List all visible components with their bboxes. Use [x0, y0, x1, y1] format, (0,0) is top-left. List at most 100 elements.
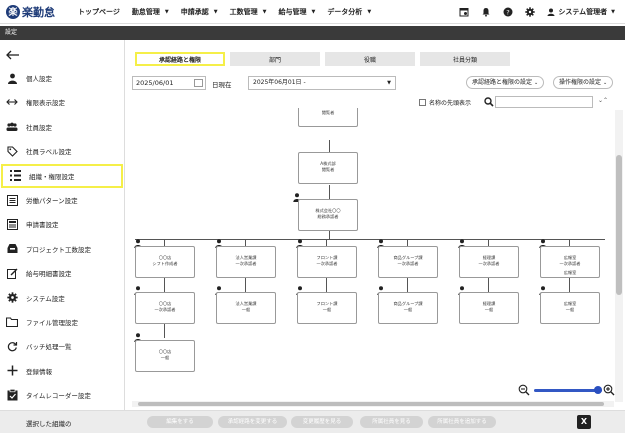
- calendar-icon[interactable]: [194, 79, 203, 87]
- list-icon: [6, 194, 18, 206]
- org-node-role: 一般: [484, 306, 494, 312]
- sidebar-item-employee-label[interactable]: 社員ラベル設定: [0, 139, 125, 163]
- org-node-col3-bottom[interactable]: 商品グループ課 一般: [378, 292, 438, 324]
- org-node-col0-bottom[interactable]: 〇〇店 一次承認者: [135, 292, 195, 324]
- sidebar-item-label: 労働パターン設定: [26, 197, 78, 205]
- org-node-level2[interactable]: 株式会社〇〇 総務承認者: [298, 199, 358, 231]
- org-node-level1[interactable]: A株式部 閲覧者: [298, 152, 358, 184]
- sidebar-item-project-manhours[interactable]: プロジェクト工数設定: [0, 237, 125, 261]
- sidebar-item-time-recorder[interactable]: タイムレコーダー設定: [0, 383, 125, 407]
- back-arrow-icon[interactable]: [6, 50, 20, 60]
- chevron-down-icon: ▼: [164, 8, 169, 15]
- nav-manhours[interactable]: 工数管理 ▼: [230, 7, 267, 17]
- vertical-scrollbar[interactable]: [615, 110, 623, 402]
- gear-icon: [6, 292, 18, 304]
- org-node-col4-bottom[interactable]: 経理課 一般: [459, 292, 519, 324]
- nav-payroll[interactable]: 給与管理 ▼: [278, 7, 315, 17]
- sidebar-item-payslip[interactable]: 給与明細書設定: [0, 261, 125, 285]
- chevron-down-icon: ▼: [611, 9, 615, 15]
- page-section-bar: 設定: [0, 26, 625, 40]
- connector-line: [488, 278, 489, 292]
- svg-text:?: ?: [507, 8, 510, 16]
- add-members-button[interactable]: 所属社員を追加する: [428, 416, 496, 428]
- user-name: システム管理者: [558, 8, 608, 16]
- connector-line: [329, 231, 330, 239]
- nav-data-analysis[interactable]: データ分析 ▼: [327, 7, 371, 17]
- zoom-slider-handle[interactable]: [594, 386, 602, 394]
- sidebar-item-label: 組織・権限設定: [29, 172, 75, 181]
- org-node-col5-top[interactable]: 広報室 一次承認者 広報室: [540, 246, 600, 278]
- ops-settings-label: 操作権限の設定: [559, 79, 602, 86]
- sidebar-item-employee[interactable]: 社員設定: [0, 115, 125, 139]
- sidebar-item-org-permission[interactable]: 組織・権限設定: [1, 163, 123, 188]
- period-select[interactable]: 2025年06月01日 - ▼: [248, 76, 396, 90]
- vertical-scroll-thumb[interactable]: [616, 155, 622, 295]
- history-button[interactable]: 変更履歴を見る: [291, 416, 353, 428]
- sidebar-item-label: プロジェクト工数設定: [26, 245, 91, 254]
- horizontal-scroll-thumb[interactable]: [138, 402, 604, 406]
- zoom-slider[interactable]: [534, 389, 602, 392]
- user-menu[interactable]: システム管理者 ▼: [547, 7, 615, 17]
- bell-icon[interactable]: [481, 7, 491, 17]
- gear-icon[interactable]: [525, 7, 536, 17]
- org-chart-canvas[interactable]: …………閲覧者 A株式部閲覧者株式会社〇〇総務承認者〇〇店シフト作成者〇〇店一次承…: [125, 108, 625, 403]
- calendar-settings-icon[interactable]: [459, 7, 469, 17]
- org-node-col2-bottom[interactable]: フロント課 一般: [297, 292, 357, 324]
- org-node-role: 一般: [403, 306, 413, 312]
- change-route-button[interactable]: 承認経路を変更する: [218, 416, 287, 428]
- sidebar-item-system[interactable]: システム設定: [0, 286, 125, 310]
- connector-line: [569, 278, 570, 292]
- chevron-down-icon: ▼: [367, 8, 372, 15]
- horizontal-scrollbar[interactable]: [132, 401, 614, 407]
- org-node-col1-top[interactable]: 法人営業課 一次承認者: [216, 246, 276, 278]
- sidebar-item-work-pattern[interactable]: 労働パターン設定: [0, 188, 125, 212]
- org-node-col5-bottom[interactable]: 広報室 一般: [540, 292, 600, 324]
- period-value: 2025年06月01日 -: [253, 79, 306, 86]
- zoom-out-icon[interactable]: [518, 384, 530, 396]
- app-logo[interactable]: 楽 楽勤怠: [6, 4, 78, 20]
- sidebar-item-label: 社員設定: [26, 123, 52, 132]
- edit-button[interactable]: 編集をする: [147, 416, 213, 428]
- chevron-down-icon: ▼: [311, 8, 316, 15]
- tab-position[interactable]: 役職: [325, 52, 415, 66]
- ops-settings-button[interactable]: 操作権限の設定 ⌄: [553, 76, 614, 89]
- org-node-role: 一次承認者: [235, 260, 257, 266]
- zoom-in-icon[interactable]: [603, 384, 615, 396]
- org-node-col2-top[interactable]: フロント課 一次承認者: [297, 246, 357, 278]
- sidebar-item-file-management[interactable]: ファイル管理設定: [0, 310, 125, 334]
- org-node-role: 閲覧者: [321, 109, 335, 115]
- nav-attendance[interactable]: 勤怠管理 ▼: [132, 7, 169, 17]
- date-input[interactable]: 2025/06/01: [132, 76, 206, 90]
- sidebar-item-permission-display[interactable]: 権限表示設定: [0, 90, 125, 114]
- nav-top-page[interactable]: トップページ: [78, 7, 120, 17]
- org-node-role: 一次承認者: [559, 260, 581, 266]
- route-settings-button[interactable]: 承認経路と権限の設定 ⌄: [466, 76, 545, 89]
- sidebar-item-application-form[interactable]: 申請書設定: [0, 212, 125, 236]
- org-node-col4-top[interactable]: 経理課 一次承認者: [459, 246, 519, 278]
- org-node-role: 一般: [322, 306, 332, 312]
- tab-approval-route[interactable]: 承認経路と権限: [135, 52, 225, 66]
- person-icon: [6, 72, 18, 84]
- org-node-col1-bottom[interactable]: 法人営業課 一般: [216, 292, 276, 324]
- connector-line: [329, 185, 330, 199]
- search-nav-chevrons-icon[interactable]: ⌄⌃: [598, 97, 608, 104]
- search-input[interactable]: [495, 96, 593, 108]
- org-node-col0-top[interactable]: 〇〇店 シフト作成者: [135, 246, 195, 278]
- arrows-icon: [6, 96, 18, 108]
- excel-export-icon[interactable]: X: [577, 415, 591, 429]
- sidebar-item-personal[interactable]: 個人設定: [0, 66, 125, 90]
- tab-employee-class[interactable]: 社員分類: [420, 52, 510, 66]
- org-node-col0-third[interactable]: 〇〇店 一般: [135, 340, 195, 372]
- org-node-col3-top[interactable]: 商品グループ課 一次承認者: [378, 246, 438, 278]
- sidebar-item-registration-info[interactable]: 登録情報: [0, 359, 125, 383]
- org-node-top[interactable]: …………閲覧者: [298, 108, 358, 127]
- connector-line: [329, 140, 330, 152]
- sidebar-item-batch-list[interactable]: バッチ処理一覧: [0, 334, 125, 358]
- nav-approval[interactable]: 申請承認 ▼: [181, 7, 218, 17]
- view-members-button[interactable]: 所属社員を見る: [360, 416, 423, 428]
- tab-department[interactable]: 部門: [230, 52, 320, 66]
- logo-mark: 楽: [6, 4, 20, 19]
- name-prefix-checkbox[interactable]: [419, 99, 426, 106]
- help-icon[interactable]: ?: [503, 7, 513, 17]
- search-icon[interactable]: [484, 97, 494, 107]
